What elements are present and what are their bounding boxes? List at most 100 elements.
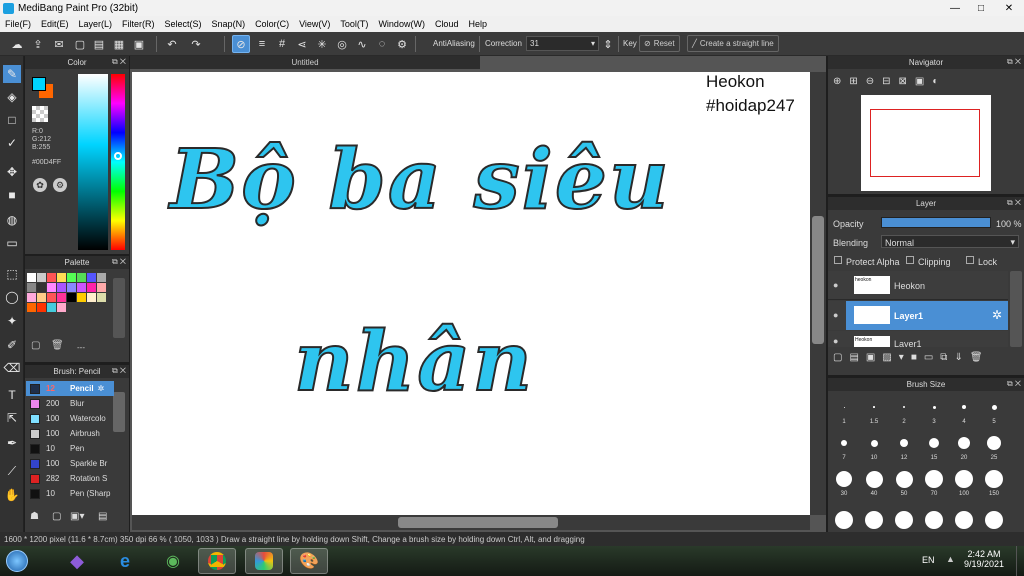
lock-checkbox[interactable] — [966, 256, 974, 264]
palette-swatch[interactable] — [37, 273, 46, 282]
brush-size-dot[interactable] — [903, 406, 905, 408]
layer-scrollbar[interactable] — [1010, 271, 1022, 347]
select-pen-tool-icon[interactable]: ✐ — [3, 336, 21, 354]
brush-size-dot[interactable] — [895, 511, 913, 529]
palette-swatch[interactable] — [77, 273, 86, 282]
navigator-preview[interactable] — [861, 95, 991, 191]
brush-item[interactable]: 10 Pen (Sharp — [26, 486, 114, 501]
medibang-task[interactable] — [245, 548, 283, 574]
radial-snap-icon[interactable]: ✳ — [313, 35, 331, 53]
palette-swatch[interactable] — [87, 283, 96, 292]
spin-icon[interactable]: ⇕ — [602, 35, 614, 53]
menu-file[interactable]: File(F) — [0, 19, 36, 29]
horizontal-scroll-thumb[interactable] — [398, 517, 558, 528]
snap-off-icon[interactable]: ⊘ — [232, 35, 250, 53]
palette-icon[interactable]: ✿ — [33, 178, 47, 192]
eyedropper-tool-icon[interactable]: ✒ — [3, 434, 21, 452]
brush-size-dot[interactable] — [962, 405, 966, 409]
protect-alpha-checkbox[interactable] — [834, 256, 842, 264]
brush-item[interactable]: 12 Pencil ✲ — [26, 381, 114, 396]
layer-row-selected[interactable]: ● Layer1 ✲ — [828, 301, 1008, 330]
panel-close-icon[interactable]: ⧉ ✕ — [112, 57, 126, 67]
menu-window[interactable]: Window(W) — [373, 19, 430, 29]
palette-swatch[interactable] — [97, 273, 106, 282]
brush-size-dot[interactable] — [843, 406, 845, 408]
paint-task[interactable]: 🎨 — [290, 548, 328, 574]
internet-explorer-task[interactable]: e — [106, 548, 144, 574]
language-indicator[interactable]: EN — [922, 555, 935, 565]
add-palette-icon[interactable]: ▢ — [31, 340, 45, 354]
menu-snap[interactable]: Snap(N) — [207, 19, 251, 29]
select-eraser-tool-icon[interactable]: ⌫ — [3, 359, 21, 377]
parallel-snap-icon[interactable]: ≡ — [253, 35, 271, 53]
brush-tool-icon[interactable]: ✎ — [3, 65, 21, 83]
brush-size-dot[interactable] — [987, 436, 1001, 450]
bucket-tool-icon[interactable]: ◍ — [3, 211, 21, 229]
maximize-button[interactable]: □ — [968, 0, 994, 16]
eye-icon[interactable]: ● — [833, 280, 838, 290]
brush-size-dot[interactable] — [985, 511, 1003, 529]
brush-size-dot[interactable] — [900, 439, 908, 447]
palette-swatch[interactable] — [57, 303, 66, 312]
cloud-icon[interactable]: ☁ — [8, 35, 26, 53]
blending-select[interactable]: Normal ▾ — [881, 235, 1019, 248]
panel-close-icon[interactable]: ⧉ ✕ — [1007, 379, 1021, 389]
brush-item[interactable]: 100 Sparkle Br — [26, 456, 114, 471]
vertical-scroll-thumb[interactable] — [812, 216, 824, 344]
brush-size-dot[interactable] — [895, 470, 913, 488]
text-tool-icon[interactable]: T — [3, 386, 21, 404]
eye-icon[interactable]: ● — [833, 336, 838, 346]
comment-icon[interactable]: ✉ — [50, 35, 68, 53]
brush-size-dot[interactable] — [870, 439, 878, 447]
palette-swatch[interactable] — [47, 303, 56, 312]
layer-row[interactable]: ● Heokon Layer1 — [828, 331, 1008, 347]
panel-close-icon[interactable]: ⧉ ✕ — [112, 366, 126, 376]
clipping-checkbox[interactable] — [906, 256, 914, 264]
palette-swatch[interactable] — [27, 303, 36, 312]
navigator-toolbar[interactable]: ⊕⊞⊖⊟⊠▣◐ — [833, 76, 946, 87]
palette-swatch[interactable] — [57, 293, 66, 302]
new-file-icon[interactable]: ▢ — [71, 35, 89, 53]
coccoc-task[interactable]: ◉ — [154, 548, 192, 574]
palette-swatch[interactable] — [37, 303, 46, 312]
hand-tool-icon[interactable]: ✋ — [3, 486, 21, 504]
tray-arrow-icon[interactable]: ▲ — [946, 554, 955, 564]
create-straight-line-button[interactable]: ╱ Create a straight line — [687, 35, 779, 52]
brush-size-dot[interactable] — [835, 511, 853, 529]
palette-swatch[interactable] — [67, 273, 76, 282]
minimize-button[interactable]: — — [942, 0, 968, 16]
rect-tool-icon[interactable]: □ — [3, 111, 21, 129]
brush-settings-icon[interactable]: ✲ — [98, 384, 105, 393]
brush-size-dot[interactable] — [925, 470, 943, 488]
close-button[interactable]: ✕ — [994, 0, 1024, 16]
grid-snap-icon[interactable]: # — [273, 35, 291, 53]
start-button[interactable] — [2, 548, 32, 574]
brush-size-dot[interactable] — [865, 511, 883, 529]
concentric-snap-icon[interactable]: ◎ — [333, 35, 351, 53]
magic-wand-tool-icon[interactable]: ✦ — [3, 312, 21, 330]
brush-item[interactable]: 282 Rotation S — [26, 471, 114, 486]
reset-button[interactable]: ⊘ Reset — [639, 35, 680, 52]
curve-snap-icon[interactable]: ∿ — [353, 35, 371, 53]
show-desktop-button[interactable] — [1016, 546, 1024, 576]
palette-swatch[interactable] — [47, 283, 56, 292]
palette-swatch[interactable] — [37, 283, 46, 292]
palette-swatch[interactable] — [37, 293, 46, 302]
opacity-slider[interactable] — [881, 217, 991, 228]
brush-size-dot[interactable] — [873, 406, 875, 408]
palette-swatch[interactable] — [27, 293, 36, 302]
undo-icon[interactable]: ↶ — [163, 35, 181, 53]
eraser-tool-icon[interactable]: ◈ — [3, 88, 21, 106]
brush-cloud-icon[interactable]: ☗ — [30, 511, 44, 525]
brush-item[interactable]: 100 Watercolo — [26, 411, 114, 426]
panel-close-icon[interactable]: ⧉ ✕ — [1007, 57, 1021, 67]
brush-size-dot[interactable] — [955, 511, 973, 529]
layer-toolbar[interactable]: ▢▤▣▨▾■▭⧉⇓🗑 — [833, 352, 990, 363]
brush-size-dot[interactable] — [925, 511, 943, 529]
fill-rect-tool-icon[interactable]: ■ — [3, 186, 21, 204]
menu-help[interactable]: Help — [463, 19, 492, 29]
brush-size-dot[interactable] — [836, 471, 852, 487]
palette-swatch[interactable] — [57, 273, 66, 282]
brush-settings-icon[interactable]: ▤ — [98, 511, 112, 525]
menu-cloud[interactable]: Cloud — [430, 19, 464, 29]
